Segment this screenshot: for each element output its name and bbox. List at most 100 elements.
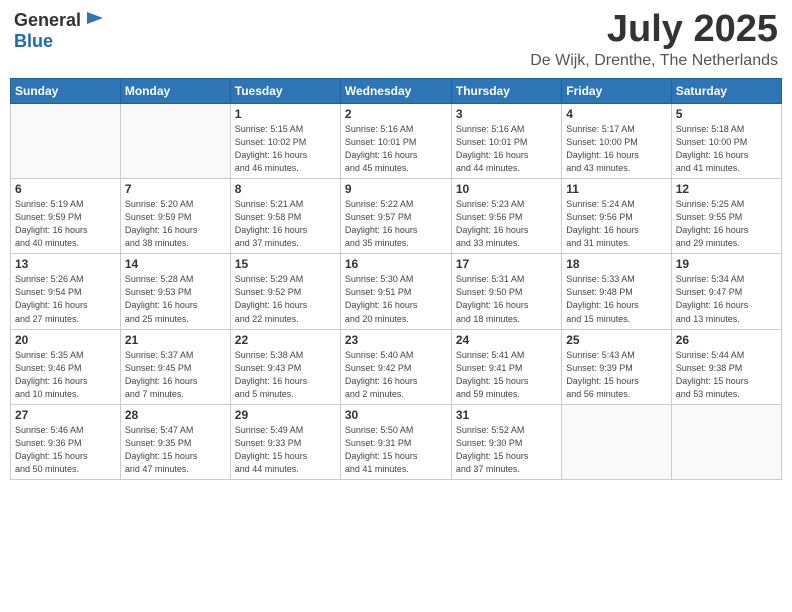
calendar-cell-4-7: 26Sunrise: 5:44 AM Sunset: 9:38 PM Dayli… xyxy=(671,329,781,404)
day-detail: Sunrise: 5:35 AM Sunset: 9:46 PM Dayligh… xyxy=(15,349,116,401)
day-detail: Sunrise: 5:34 AM Sunset: 9:47 PM Dayligh… xyxy=(676,273,777,325)
calendar-cell-2-4: 9 Sunrise: 5:22 AM Sunset: 9:57 PM Daylig… xyxy=(340,179,451,254)
day-number: 22 xyxy=(235,333,336,347)
day-detail: Sunrise: 5:31 AM Sunset: 9:50 PM Dayligh… xyxy=(456,273,557,325)
day-detail: Sunrise: 5:41 AM Sunset: 9:41 PM Dayligh… xyxy=(456,349,557,401)
calendar-cell-4-1: 20 Sunrise: 5:35 AM Sunset: 9:46 PM Dayli… xyxy=(11,329,121,404)
day-number: 18 xyxy=(566,257,666,271)
location-title: De Wijk, Drenthe, The Netherlands xyxy=(530,52,778,70)
day-number: 1 xyxy=(235,107,336,121)
day-detail: Sunrise: 5:49 AM Sunset: 9:33 PM Dayligh… xyxy=(235,424,336,476)
day-detail: Sunrise: 5:47 AM Sunset: 9:35 PM Dayligh… xyxy=(125,424,226,476)
weekday-header-friday: Friday xyxy=(562,79,671,104)
day-number: 5 xyxy=(676,107,777,121)
day-detail: Sunrise: 5:30 AM Sunset: 9:51 PM Dayligh… xyxy=(345,273,447,325)
calendar-table: SundayMondayTuesdayWednesdayThursdayFrid… xyxy=(10,78,782,480)
calendar-cell-1-5: 3 Sunrise: 5:16 AM Sunset: 10:01 PM Dayli… xyxy=(451,104,561,179)
day-detail: Sunrise: 5:46 AM Sunset: 9:36 PM Dayligh… xyxy=(15,424,116,476)
day-detail: Sunrise: 5:16 AM Sunset: 10:01 PM Daylig… xyxy=(345,123,447,175)
day-number: 4 xyxy=(566,107,666,121)
calendar-week-row-5: 27 Sunrise: 5:46 AM Sunset: 9:36 PM Dayli… xyxy=(11,404,782,479)
day-detail: Sunrise: 5:28 AM Sunset: 9:53 PM Dayligh… xyxy=(125,273,226,325)
month-title: July 2025 xyxy=(530,10,778,48)
calendar-cell-3-1: 13Sunrise: 5:26 AM Sunset: 9:54 PM Dayli… xyxy=(11,254,121,329)
day-detail: Sunrise: 5:20 AM Sunset: 9:59 PM Dayligh… xyxy=(125,198,226,250)
weekday-header-monday: Monday xyxy=(120,79,230,104)
calendar-cell-1-2 xyxy=(120,104,230,179)
day-detail: Sunrise: 5:19 AM Sunset: 9:59 PM Dayligh… xyxy=(15,198,116,250)
weekday-header-saturday: Saturday xyxy=(671,79,781,104)
calendar-week-row-3: 13Sunrise: 5:26 AM Sunset: 9:54 PM Dayli… xyxy=(11,254,782,329)
day-number: 7 xyxy=(125,182,226,196)
day-detail: Sunrise: 5:38 AM Sunset: 9:43 PM Dayligh… xyxy=(235,349,336,401)
calendar-cell-2-5: 10Sunrise: 5:23 AM Sunset: 9:56 PM Dayli… xyxy=(451,179,561,254)
day-detail: Sunrise: 5:44 AM Sunset: 9:38 PM Dayligh… xyxy=(676,349,777,401)
calendar-cell-5-1: 27 Sunrise: 5:46 AM Sunset: 9:36 PM Dayli… xyxy=(11,404,121,479)
day-number: 30 xyxy=(345,408,447,422)
day-number: 21 xyxy=(125,333,226,347)
day-number: 29 xyxy=(235,408,336,422)
calendar-cell-2-3: 8 Sunrise: 5:21 AM Sunset: 9:58 PM Daylig… xyxy=(230,179,340,254)
day-detail: Sunrise: 5:16 AM Sunset: 10:01 PM Daylig… xyxy=(456,123,557,175)
calendar-cell-4-6: 25Sunrise: 5:43 AM Sunset: 9:39 PM Dayli… xyxy=(562,329,671,404)
calendar-cell-4-4: 23 Sunrise: 5:40 AM Sunset: 9:42 PM Dayli… xyxy=(340,329,451,404)
header: General Blue July 2025 De Wijk, Drenthe,… xyxy=(10,10,782,70)
logo-general-text: General xyxy=(14,10,81,31)
calendar-cell-4-3: 22 Sunrise: 5:38 AM Sunset: 9:43 PM Dayli… xyxy=(230,329,340,404)
calendar-cell-4-5: 24 Sunrise: 5:41 AM Sunset: 9:41 PM Dayli… xyxy=(451,329,561,404)
day-detail: Sunrise: 5:22 AM Sunset: 9:57 PM Dayligh… xyxy=(345,198,447,250)
day-detail: Sunrise: 5:24 AM Sunset: 9:56 PM Dayligh… xyxy=(566,198,666,250)
day-detail: Sunrise: 5:18 AM Sunset: 10:00 PM Daylig… xyxy=(676,123,777,175)
calendar-cell-5-7 xyxy=(671,404,781,479)
calendar-cell-5-6 xyxy=(562,404,671,479)
calendar-cell-5-5: 31 Sunrise: 5:52 AM Sunset: 9:30 PM Dayli… xyxy=(451,404,561,479)
calendar-cell-1-6: 4 Sunrise: 5:17 AM Sunset: 10:00 PM Dayli… xyxy=(562,104,671,179)
calendar-cell-1-3: 1 Sunrise: 5:15 AM Sunset: 10:02 PM Dayli… xyxy=(230,104,340,179)
weekday-header-thursday: Thursday xyxy=(451,79,561,104)
day-number: 12 xyxy=(676,182,777,196)
day-number: 15 xyxy=(235,257,336,271)
day-number: 23 xyxy=(345,333,447,347)
day-number: 14 xyxy=(125,257,226,271)
calendar-cell-1-1 xyxy=(11,104,121,179)
day-detail: Sunrise: 5:26 AM Sunset: 9:54 PM Dayligh… xyxy=(15,273,116,325)
logo-flag-icon xyxy=(83,10,105,30)
calendar-cell-4-2: 21Sunrise: 5:37 AM Sunset: 9:45 PM Dayli… xyxy=(120,329,230,404)
weekday-header-wednesday: Wednesday xyxy=(340,79,451,104)
calendar-cell-1-7: 5 Sunrise: 5:18 AM Sunset: 10:00 PM Dayli… xyxy=(671,104,781,179)
day-detail: Sunrise: 5:40 AM Sunset: 9:42 PM Dayligh… xyxy=(345,349,447,401)
day-number: 16 xyxy=(345,257,447,271)
day-detail: Sunrise: 5:17 AM Sunset: 10:00 PM Daylig… xyxy=(566,123,666,175)
calendar-cell-3-7: 19Sunrise: 5:34 AM Sunset: 9:47 PM Dayli… xyxy=(671,254,781,329)
calendar-week-row-1: 1 Sunrise: 5:15 AM Sunset: 10:02 PM Dayli… xyxy=(11,104,782,179)
day-detail: Sunrise: 5:23 AM Sunset: 9:56 PM Dayligh… xyxy=(456,198,557,250)
day-number: 8 xyxy=(235,182,336,196)
calendar-cell-3-5: 17Sunrise: 5:31 AM Sunset: 9:50 PM Dayli… xyxy=(451,254,561,329)
calendar-cell-5-3: 29 Sunrise: 5:49 AM Sunset: 9:33 PM Dayli… xyxy=(230,404,340,479)
day-detail: Sunrise: 5:25 AM Sunset: 9:55 PM Dayligh… xyxy=(676,198,777,250)
calendar-cell-3-4: 16 Sunrise: 5:30 AM Sunset: 9:51 PM Dayli… xyxy=(340,254,451,329)
day-detail: Sunrise: 5:52 AM Sunset: 9:30 PM Dayligh… xyxy=(456,424,557,476)
weekday-header-tuesday: Tuesday xyxy=(230,79,340,104)
calendar-cell-2-6: 11 Sunrise: 5:24 AM Sunset: 9:56 PM Dayli… xyxy=(562,179,671,254)
logo-blue-text: Blue xyxy=(14,31,53,52)
day-number: 11 xyxy=(566,182,666,196)
day-number: 2 xyxy=(345,107,447,121)
day-detail: Sunrise: 5:15 AM Sunset: 10:02 PM Daylig… xyxy=(235,123,336,175)
logo: General Blue xyxy=(14,10,105,52)
weekday-header-sunday: Sunday xyxy=(11,79,121,104)
day-number: 9 xyxy=(345,182,447,196)
day-number: 20 xyxy=(15,333,116,347)
calendar-cell-3-3: 15Sunrise: 5:29 AM Sunset: 9:52 PM Dayli… xyxy=(230,254,340,329)
day-number: 24 xyxy=(456,333,557,347)
day-number: 31 xyxy=(456,408,557,422)
calendar-cell-2-7: 12 Sunrise: 5:25 AM Sunset: 9:55 PM Dayli… xyxy=(671,179,781,254)
day-number: 3 xyxy=(456,107,557,121)
day-number: 27 xyxy=(15,408,116,422)
day-detail: Sunrise: 5:43 AM Sunset: 9:39 PM Dayligh… xyxy=(566,349,666,401)
day-detail: Sunrise: 5:21 AM Sunset: 9:58 PM Dayligh… xyxy=(235,198,336,250)
calendar-cell-5-2: 28Sunrise: 5:47 AM Sunset: 9:35 PM Dayli… xyxy=(120,404,230,479)
day-detail: Sunrise: 5:33 AM Sunset: 9:48 PM Dayligh… xyxy=(566,273,666,325)
calendar-week-row-2: 6Sunrise: 5:19 AM Sunset: 9:59 PM Daylig… xyxy=(11,179,782,254)
calendar-cell-1-4: 2 Sunrise: 5:16 AM Sunset: 10:01 PM Dayli… xyxy=(340,104,451,179)
